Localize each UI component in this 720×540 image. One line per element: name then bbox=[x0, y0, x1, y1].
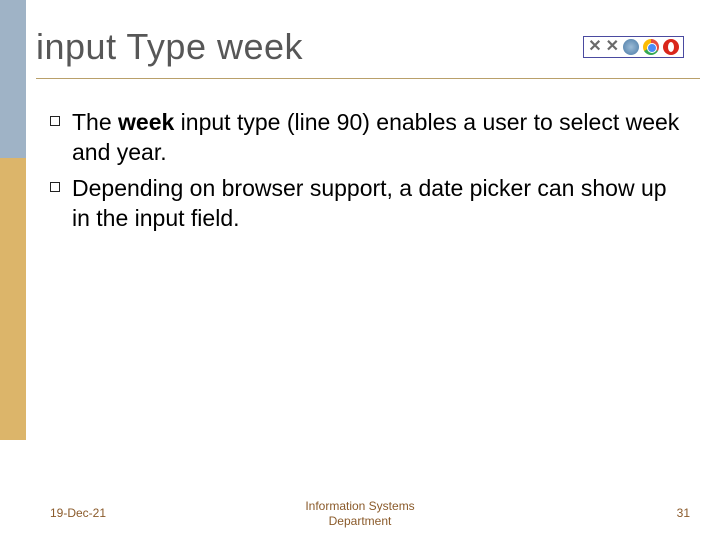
sidebar-accent-top bbox=[0, 0, 26, 158]
footer-page-number: 31 bbox=[677, 506, 690, 520]
footer-date: 19-Dec-21 bbox=[50, 506, 106, 520]
footer-center-line1: Information Systems bbox=[305, 499, 414, 513]
ie-unsupported-icon: ✕ bbox=[588, 39, 601, 55]
footer-center: Information Systems Department bbox=[305, 499, 414, 528]
bullet-text: The week input type (line 90) enables a … bbox=[72, 108, 684, 168]
list-item: The week input type (line 90) enables a … bbox=[50, 108, 684, 168]
slide: input Type week ✕ ✕ The week input type … bbox=[0, 0, 720, 540]
firefox-unsupported-icon: ✕ bbox=[606, 39, 619, 55]
text-fragment: The bbox=[72, 109, 118, 135]
sidebar-accent-bottom bbox=[0, 158, 26, 440]
slide-footer: 19-Dec-21 Information Systems Department… bbox=[0, 496, 720, 530]
slide-title: input Type week bbox=[36, 26, 303, 68]
title-underline bbox=[36, 78, 700, 79]
browser-icon bbox=[623, 39, 639, 55]
title-bar: input Type week ✕ ✕ bbox=[36, 12, 684, 82]
list-item: Depending on browser support, a date pic… bbox=[50, 174, 684, 234]
text-bold: week bbox=[118, 109, 174, 135]
browser-support-box: ✕ ✕ bbox=[583, 36, 684, 58]
bullet-marker-icon bbox=[50, 182, 60, 192]
opera-icon bbox=[663, 39, 679, 55]
footer-center-line2: Department bbox=[329, 514, 392, 528]
slide-body: The week input type (line 90) enables a … bbox=[50, 108, 684, 240]
chrome-icon bbox=[643, 39, 659, 55]
bullet-text: Depending on browser support, a date pic… bbox=[72, 174, 684, 234]
bullet-marker-icon bbox=[50, 116, 60, 126]
text-fragment: Depending on browser support, a date pic… bbox=[72, 175, 667, 231]
